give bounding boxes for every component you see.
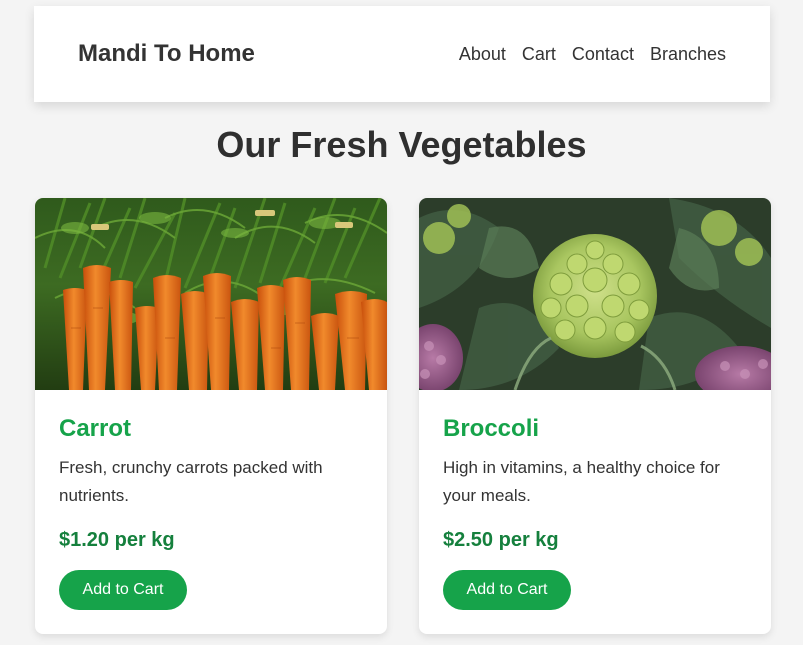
nav-links: About Cart Contact Branches — [459, 44, 726, 65]
brand-logo-text[interactable]: Mandi To Home — [78, 40, 255, 68]
page-title: Our Fresh Vegetables — [216, 124, 587, 165]
product-name: Broccoli — [443, 415, 540, 442]
product-name: Carrot — [59, 415, 132, 442]
broccoli-image — [419, 198, 771, 390]
nav-link-contact[interactable]: Contact — [572, 44, 634, 65]
product-card-carrot: Carrot Fresh, crunchy carrots packed wit… — [35, 198, 387, 634]
navbar: Mandi To Home About Cart Contact Branche… — [34, 6, 770, 102]
product-description: High in vitamins, a healthy choice for y… — [443, 458, 720, 505]
nav-link-about[interactable]: About — [459, 44, 506, 65]
add-to-cart-button-carrot[interactable]: Add to Cart — [59, 570, 187, 610]
add-to-cart-button-broccoli[interactable]: Add to Cart — [443, 570, 571, 610]
product-description: Fresh, crunchy carrots packed with nutri… — [59, 458, 323, 505]
product-price: $2.50 per kg — [443, 529, 559, 551]
nav-link-cart[interactable]: Cart — [522, 44, 556, 65]
nav-link-branches[interactable]: Branches — [650, 44, 726, 65]
product-price: $1.20 per kg — [59, 529, 175, 551]
carrot-image — [35, 198, 387, 390]
product-card-broccoli: Broccoli High in vitamins, a healthy cho… — [419, 198, 771, 634]
